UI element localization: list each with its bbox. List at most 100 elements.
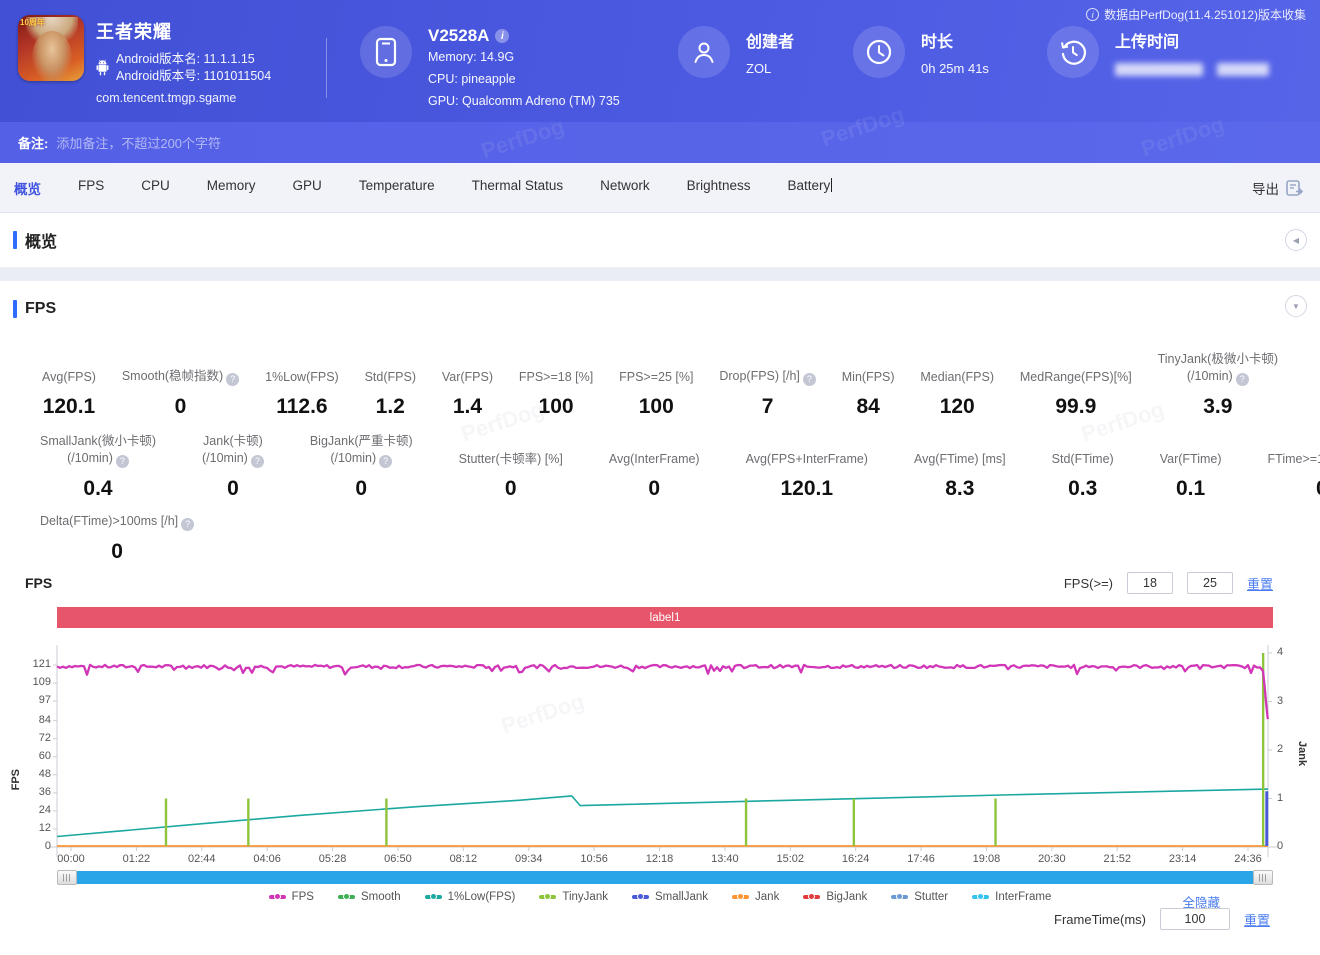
- export-button[interactable]: 导出: [1252, 178, 1304, 198]
- legend-marker: [337, 893, 355, 901]
- help-icon[interactable]: ?: [250, 455, 264, 468]
- x-axis-tick: 20:30: [1038, 853, 1066, 865]
- legend-item-1%Low(FPS)[interactable]: 1%Low(FPS): [424, 891, 515, 903]
- note-placeholder: 添加备注，不超过200个字符: [56, 136, 222, 151]
- fps-chart[interactable]: FPS Jank PerfDog 0 12 24 36 48 60 72 84 97 109 121…: [0, 641, 1320, 873]
- chart-scrollbar[interactable]: ||| |||: [57, 870, 1273, 885]
- stat-label: Delta(FTime)>100ms [/h]?: [40, 513, 195, 531]
- collect-note: i 数据由PerfDog(11.4.251012)版本收集: [1086, 6, 1306, 23]
- help-icon[interactable]: ?: [379, 455, 393, 468]
- device-gpu: GPU: Qualcomm Adreno (TM) 735: [428, 94, 620, 108]
- legend-item-Smooth[interactable]: Smooth: [337, 891, 401, 903]
- tab-Brightness[interactable]: Brightness: [687, 178, 751, 198]
- legend-item-BigJank[interactable]: BigJank: [803, 891, 867, 903]
- y-axis-tick-right: 4: [1277, 646, 1284, 658]
- stat-value: 100: [638, 395, 674, 418]
- tab-FPS[interactable]: FPS: [78, 178, 104, 198]
- fps-stat: FTime>=100ms [%] 0: [1268, 451, 1320, 501]
- legend-item-FPS[interactable]: FPS: [268, 891, 314, 903]
- y-axis-tick-left: 0: [44, 840, 51, 852]
- overview-title: 概览: [25, 234, 58, 251]
- chart-title: FPS: [25, 575, 53, 591]
- tab-Memory[interactable]: Memory: [207, 178, 256, 198]
- stat-label: FPS>=18 [%]: [518, 370, 594, 384]
- fps-threshold-input-1[interactable]: [1126, 572, 1173, 594]
- tab-Battery[interactable]: Battery: [787, 177, 833, 198]
- legend-marker: [803, 893, 821, 901]
- fps-threshold-label: FPS(>=): [1063, 575, 1113, 591]
- tab-Thermal Status[interactable]: Thermal Status: [472, 178, 564, 198]
- device-cpu: CPU: pineapple: [428, 72, 516, 86]
- fps-stat: Jank(卡顿) (/10min)? 0: [202, 433, 264, 501]
- watermark: PerfDog: [478, 113, 568, 164]
- tab-bar: 概览 FPS CPU Memory GPU Temperature Thermal Stat…: [0, 163, 1320, 213]
- stat-value: 0: [111, 540, 123, 563]
- android-version-code: Android版本号: 1101011504: [116, 69, 272, 83]
- upload-value-redacted: [1115, 61, 1269, 77]
- app-package: com.tencent.tmgp.sgame: [96, 91, 237, 105]
- overview-collapse-button[interactable]: ◀: [1285, 229, 1307, 251]
- help-icon[interactable]: ?: [115, 455, 129, 468]
- legend-item-Jank[interactable]: Jank: [732, 891, 779, 903]
- scrollbar-right-handle[interactable]: |||: [1253, 870, 1273, 885]
- legend-item-TinyJank[interactable]: TinyJank: [539, 891, 608, 903]
- note-bar[interactable]: 备注: 添加备注，不超过200个字符 PerfDog PerfDog PerfD…: [0, 101, 1320, 164]
- help-icon[interactable]: ?: [802, 373, 816, 386]
- help-icon[interactable]: ?: [226, 373, 240, 386]
- stat-label: Var(FPS): [441, 370, 494, 384]
- upload-label: 上传时间: [1115, 34, 1180, 51]
- section-gap: [0, 268, 1320, 281]
- x-axis-tick: 13:40: [711, 853, 739, 865]
- x-axis-tick: 21:52: [1103, 853, 1131, 865]
- stat-label: Stutter(卡顿率) [%]: [458, 452, 563, 466]
- x-axis-tick: 02:44: [188, 853, 216, 865]
- help-icon[interactable]: ?: [1235, 373, 1249, 386]
- fps-stat: FPS>=25 [%] 100: [619, 369, 693, 419]
- duration-label: 时长: [921, 34, 954, 51]
- fps-threshold-input-2[interactable]: [1186, 572, 1233, 594]
- stat-value: 99.9: [1055, 395, 1097, 418]
- redacted-time: [1216, 63, 1269, 77]
- y-axis-tick-left: 84: [38, 713, 51, 726]
- upload-info: 上传时间: [1047, 26, 1269, 78]
- scrollbar-track[interactable]: [77, 871, 1253, 884]
- history-clock-icon: [1047, 26, 1099, 78]
- legend-item-SmallJank[interactable]: SmallJank: [631, 891, 708, 903]
- stat-label: Avg(FPS+InterFrame): [745, 452, 868, 466]
- y-axis-tick-left: 97: [38, 694, 51, 707]
- chart-label-banner[interactable]: label1: [57, 607, 1273, 628]
- duration-value: 0h 25m 41s: [921, 61, 989, 76]
- stat-label: Drop(FPS) [/h]?: [719, 368, 816, 386]
- device-memory: Memory: 14.9G: [428, 50, 515, 64]
- device-info-icon[interactable]: i: [495, 29, 510, 43]
- tab-Network[interactable]: Network: [600, 178, 650, 198]
- scrollbar-left-handle[interactable]: |||: [57, 870, 77, 885]
- fps-stat: Min(FPS) 84: [842, 369, 895, 419]
- fps-stat: Std(FTime) 0.3: [1052, 451, 1114, 501]
- stat-value: 7: [761, 395, 774, 418]
- reset-link[interactable]: 重置: [1247, 574, 1273, 593]
- stat-value: 120.1: [780, 477, 834, 500]
- fps-stats-row-1: Avg(FPS) 120.1 Smooth(稳帧指数)? 0 1%Low(FPS) 112…: [0, 351, 1320, 419]
- fps-stat: Avg(FPS+InterFrame) 120.1: [746, 451, 868, 501]
- tab-CPU[interactable]: CPU: [141, 178, 170, 198]
- y-axis-tick-right: 3: [1277, 694, 1284, 707]
- frametime-input[interactable]: [1159, 908, 1230, 930]
- y-axis-tick-left: 48: [38, 767, 51, 780]
- legend-item-Stutter[interactable]: Stutter: [891, 891, 948, 903]
- creator-value: ZOL: [746, 61, 772, 76]
- stat-value: 0.1: [1176, 477, 1206, 500]
- frametime-reset-link[interactable]: 重置: [1244, 910, 1270, 929]
- stat-label: SmallJank(微小卡顿) (/10min)?: [40, 434, 156, 468]
- fps-collapse-button[interactable]: ▼: [1285, 295, 1307, 317]
- fps-stat: Avg(FTime) [ms] 8.3: [914, 451, 1006, 501]
- tab-GPU[interactable]: GPU: [293, 178, 322, 198]
- android-icon: [96, 59, 109, 76]
- info-icon: i: [1086, 8, 1100, 21]
- tab-Temperature[interactable]: Temperature: [359, 178, 435, 198]
- stat-value: 3.9: [1203, 395, 1233, 418]
- chart-plot[interactable]: [49, 645, 1278, 857]
- help-icon[interactable]: ?: [181, 518, 195, 531]
- legend-item-InterFrame[interactable]: InterFrame: [972, 891, 1051, 903]
- tab-概览[interactable]: 概览: [14, 178, 41, 198]
